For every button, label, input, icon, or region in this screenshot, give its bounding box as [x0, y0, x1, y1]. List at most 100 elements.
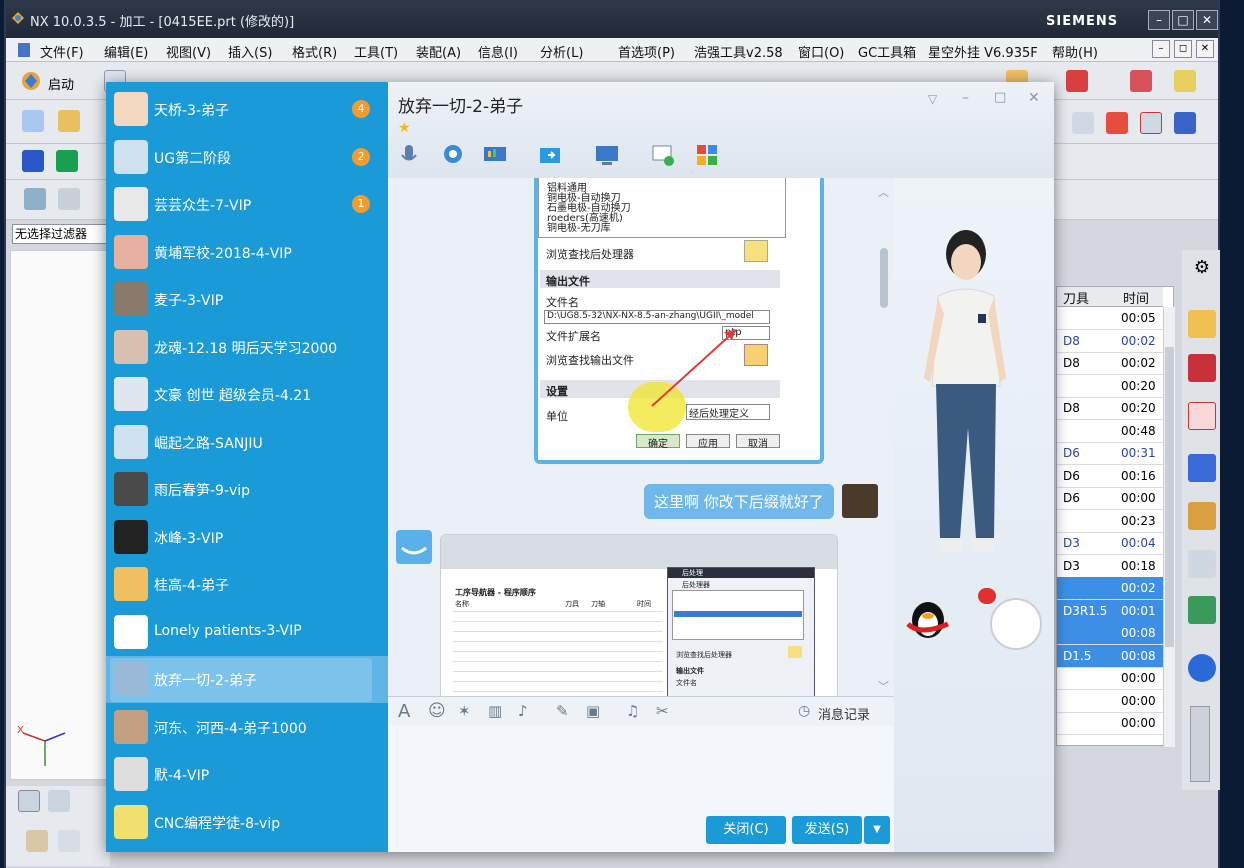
op-icon-2[interactable]: [1106, 112, 1128, 134]
rb-tab-7[interactable]: [1188, 596, 1216, 624]
contact-item[interactable]: 龙魂-12.18 明后天学习2000: [106, 324, 388, 371]
video-call-icon[interactable]: [440, 142, 466, 168]
navigator-row[interactable]: D8 00:20: [1057, 397, 1163, 420]
op-icon-3[interactable]: [1140, 112, 1162, 134]
doc-minimize-button[interactable]: –: [1152, 40, 1170, 58]
file-transfer-icon[interactable]: [538, 142, 564, 168]
star-icon[interactable]: ★: [398, 120, 411, 136]
contact-item[interactable]: 崛起之路-SANJIU: [106, 419, 388, 466]
voice-call-icon[interactable]: [396, 142, 422, 168]
import-icon[interactable]: [22, 150, 44, 172]
navigator-row[interactable]: D1.5 00:08: [1057, 644, 1163, 668]
qq-penguin-icon[interactable]: [900, 594, 956, 644]
navigator-row[interactable]: D8 00:02: [1057, 352, 1163, 375]
navigator-row[interactable]: 00:20: [1057, 375, 1163, 398]
col-tool-header[interactable]: 刀具: [1057, 287, 1117, 307]
navigator-row[interactable]: 00:08: [1057, 622, 1163, 645]
bottom-icon-1[interactable]: [18, 790, 40, 812]
menu-format[interactable]: 格式(R): [292, 42, 337, 61]
menu-preferences[interactable]: 首选项(P): [618, 42, 675, 61]
post-list-item[interactable]: 铜电极-无刀库: [547, 219, 611, 234]
font-icon[interactable]: A: [398, 701, 410, 722]
ruler-icon[interactable]: [1174, 70, 1196, 92]
create-tool-icon[interactable]: [58, 110, 80, 132]
remote-desktop-icon[interactable]: [594, 142, 620, 168]
rb-tab-3[interactable]: [1188, 402, 1216, 430]
doc-restore-button[interactable]: ◻: [1174, 40, 1192, 58]
menu-xingkong[interactable]: 星空外挂 V6.935F: [928, 42, 1038, 61]
navigator-scrollbar[interactable]: [1163, 307, 1175, 747]
view-icon-1[interactable]: [24, 188, 46, 210]
graphics-window[interactable]: X: [10, 250, 110, 780]
navigator-row[interactable]: 00:02: [1057, 577, 1163, 600]
contact-item[interactable]: 麦子-3-VIP: [106, 276, 388, 323]
contact-item[interactable]: 天桥-3-弟子 4: [106, 86, 388, 133]
navigator-row[interactable]: D3R1.5 00:01: [1057, 599, 1163, 623]
info-icon[interactable]: [1188, 654, 1216, 682]
contact-item[interactable]: 桂高-4-弟子: [106, 561, 388, 608]
navigator-row[interactable]: 00:00: [1057, 712, 1163, 735]
rb-tab-2[interactable]: [1188, 354, 1216, 382]
scissors-icon[interactable]: ✂: [656, 702, 669, 720]
qq-close-icon[interactable]: ✕: [1028, 90, 1040, 106]
send-options-button[interactable]: ▼: [864, 816, 890, 844]
contact-item[interactable]: 雨后春笋-9-vip: [106, 466, 388, 513]
maximize-button[interactable]: □: [1172, 10, 1194, 30]
close-button[interactable]: ✕: [1196, 10, 1218, 30]
doc-close-button[interactable]: ✕: [1196, 40, 1214, 58]
menu-view[interactable]: 视图(V): [166, 42, 211, 61]
message-history-button[interactable]: 消息记录: [818, 704, 870, 723]
emoji-icon[interactable]: ☺: [428, 701, 446, 721]
ok-button[interactable]: 确定: [636, 434, 680, 450]
rb-tab-6[interactable]: [1188, 550, 1216, 578]
navigator-row[interactable]: D3 00:04: [1057, 532, 1163, 555]
measure-icon[interactable]: [1130, 70, 1152, 92]
shake-icon[interactable]: ▥: [488, 702, 502, 720]
screenshot-message-1[interactable]: FANUC-P2D铝料通用铜电极-自动换刀石墨电极-自动换刀roeders(高速…: [534, 178, 824, 464]
minimize-button[interactable]: –: [1148, 10, 1170, 30]
voice-msg-icon[interactable]: ♪: [518, 702, 528, 720]
qq-maximize-icon[interactable]: □: [994, 90, 1006, 105]
settings-gear-icon[interactable]: ⚙: [1188, 254, 1216, 282]
navigator-row[interactable]: D6 00:16: [1057, 465, 1163, 488]
navigator-row[interactable]: D6 00:31: [1057, 442, 1163, 465]
navigator-row[interactable]: 00:05: [1057, 307, 1163, 330]
rb-scroll-buttons[interactable]: [1190, 706, 1210, 782]
scroll-down-icon[interactable]: ﹀: [878, 678, 890, 693]
screenshot-message-2[interactable]: 工序导航器 - 程序顺序 名称 刀具 刀轴 时间 后处理 后处理器 浏览查找后处…: [440, 534, 838, 696]
chat-bubble-icon[interactable]: [978, 588, 996, 604]
menu-tools[interactable]: 工具(T): [354, 42, 398, 61]
contact-item[interactable]: 默-4-VIP: [106, 751, 388, 798]
contact-item[interactable]: UG第二阶段 2: [106, 134, 388, 181]
contact-item[interactable]: 文豪 创世 超级会员-4.21: [106, 371, 388, 418]
menu-help[interactable]: 帮助(H): [1052, 42, 1098, 61]
screen-share-icon[interactable]: [482, 142, 508, 168]
wcs-icon[interactable]: [58, 830, 80, 852]
rb-tab-1[interactable]: [1188, 310, 1216, 338]
menu-assembly[interactable]: 装配(A): [416, 42, 461, 61]
navigator-row[interactable]: 00:23: [1057, 510, 1163, 533]
contact-item[interactable]: 河东、河西-4-弟子1000: [106, 704, 388, 751]
navigator-row[interactable]: 00:48: [1057, 420, 1163, 443]
navigator-row[interactable]: D8 00:02: [1057, 330, 1163, 353]
menu-haoqiang-tools[interactable]: 浩强工具v2.58: [694, 42, 783, 61]
outgoing-message[interactable]: 这里啊 你改下后缀就好了: [644, 484, 834, 519]
group-chat-icon[interactable]: [650, 142, 676, 168]
close-chat-button[interactable]: 关闭(C): [706, 816, 786, 844]
menu-gc-toolbox[interactable]: GC工具箱: [858, 42, 916, 61]
contact-item[interactable]: CNC编程学徒-8-vip: [106, 799, 388, 846]
rb-tab-4[interactable]: [1188, 454, 1216, 482]
magic-icon[interactable]: ✶: [458, 702, 471, 720]
export-icon[interactable]: [56, 150, 78, 172]
contact-item[interactable]: 放弃一切-2-弟子: [106, 656, 388, 703]
browse-post-icon[interactable]: [744, 240, 768, 262]
navigator-row[interactable]: 00:00: [1057, 690, 1163, 713]
dropdown-icon[interactable]: ▽: [928, 92, 937, 106]
peer-avatar[interactable]: [396, 530, 432, 564]
contact-item[interactable]: Lonely patients-3-VIP: [106, 609, 388, 656]
qq-minimize-icon[interactable]: –: [962, 90, 969, 106]
message-input[interactable]: 关闭(C) 发送(S) ▼: [388, 726, 894, 852]
scroll-up-icon[interactable]: ︿: [878, 184, 890, 199]
contact-item[interactable]: 冰峰-3-VIP: [106, 514, 388, 561]
navigator-row[interactable]: D6 00:00: [1057, 487, 1163, 510]
